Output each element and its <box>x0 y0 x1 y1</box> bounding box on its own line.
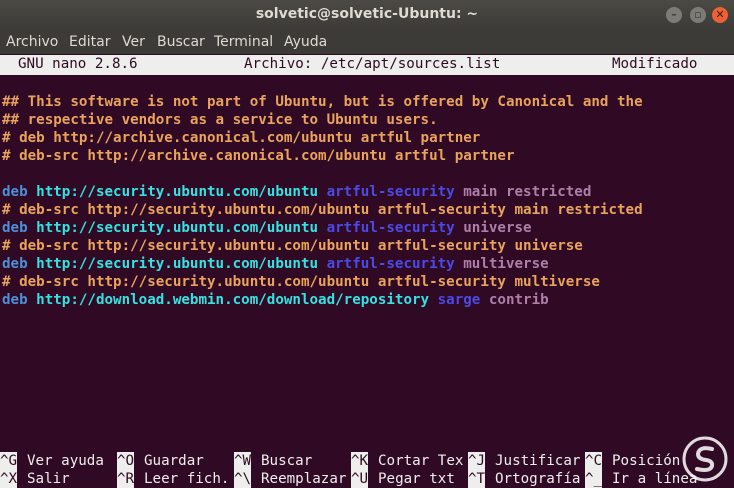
minimize-icon[interactable]: – <box>666 7 682 23</box>
terminal-window: solvetic@solvetic-Ubuntu: ~ – ▫ ✕ Archiv… <box>0 0 734 488</box>
line-segment-comp: contrib <box>488 292 549 308</box>
line-segment-kw: deb <box>2 292 37 308</box>
shortcut-key: ^X <box>0 470 18 488</box>
line-segment-comment: # deb http://archive.canonical.com/ubunt… <box>2 130 481 146</box>
line-segment-comment: # deb-src http://security.ubuntu.com/ubu… <box>2 202 643 218</box>
line-segment-kw: deb <box>2 184 37 200</box>
editor-line: deb http://security.ubuntu.com/ubuntu ar… <box>2 219 532 237</box>
menu-buscar[interactable]: Buscar <box>157 34 205 50</box>
shortcut-label: Pegar txt <box>378 471 455 487</box>
editor-line: ## This software is not part of Ubuntu, … <box>2 93 643 111</box>
shortcut-label: Salir <box>27 471 70 487</box>
line-segment-url: http://security.ubuntu.com/ubuntu <box>36 184 327 200</box>
nano-version: GNU nano 2.8.6 <box>18 56 138 72</box>
shortcut-key: ^C <box>585 452 603 470</box>
editor-line: ## respective vendors as a service to Ub… <box>2 111 438 129</box>
menu-ayuda[interactable]: Ayuda <box>284 34 327 50</box>
line-segment-comment: ## respective vendors as a service to Ub… <box>2 112 438 128</box>
shortcut-label: Leer fich. <box>144 471 230 487</box>
shortcut-label: Justificar <box>495 453 581 469</box>
line-segment-comment: ## This software is not part of Ubuntu, … <box>2 94 643 110</box>
nano-status: Modificado <box>612 56 698 72</box>
nano-filename: Archivo: /etc/apt/sources.list <box>244 56 501 72</box>
shortcut-key: ^G <box>0 452 18 470</box>
line-segment-url: http://download.webmin.com/download/repo… <box>36 292 438 308</box>
shortcut-key: ^O <box>117 452 135 470</box>
nano-header: GNU nano 2.8.6 Archivo: /etc/apt/sources… <box>0 55 734 75</box>
title-bar[interactable]: solvetic@solvetic-Ubuntu: ~ – ▫ ✕ <box>0 0 734 30</box>
shortcut-key: ^J <box>468 452 486 470</box>
line-segment-comp: universe <box>463 220 532 236</box>
line-segment-dist: sarge <box>437 292 489 308</box>
shortcut-key: ^W <box>234 452 252 470</box>
editor-line: # deb-src http://archive.canonical.com/u… <box>2 147 515 165</box>
shortcut-label: Ver ayuda <box>27 453 104 469</box>
editor-line: # deb-src http://security.ubuntu.com/ubu… <box>2 237 583 255</box>
menu-archivo[interactable]: Archivo <box>6 34 58 50</box>
terminal-content[interactable]: GNU nano 2.8.6 Archivo: /etc/apt/sources… <box>0 54 734 488</box>
window-title: solvetic@solvetic-Ubuntu: ~ <box>255 6 479 22</box>
shortcut-key: ^U <box>351 470 369 488</box>
editor-line: # deb-src http://security.ubuntu.com/ubu… <box>2 201 643 219</box>
line-segment-comment: # deb-src http://security.ubuntu.com/ubu… <box>2 238 583 254</box>
editor-line: deb http://security.ubuntu.com/ubuntu ar… <box>2 255 549 273</box>
line-segment-comment: # deb-src http://security.ubuntu.com/ubu… <box>2 274 600 290</box>
line-segment-kw: deb <box>2 256 37 272</box>
shortcut-label: Guardar <box>144 453 204 469</box>
shortcut-row: ^G Ver ayuda ^O Guardar ^W Buscar ^K Cortar Tex… <box>0 452 734 470</box>
line-segment-url: http://security.ubuntu.com/ubuntu <box>36 220 327 236</box>
maximize-icon[interactable]: ▫ <box>690 7 706 23</box>
editor-line: # deb-src http://security.ubuntu.com/ubu… <box>2 273 600 291</box>
line-segment-dist: artful-security <box>326 220 464 236</box>
shortcut-key: ^_ <box>585 470 603 488</box>
close-icon[interactable]: ✕ <box>712 7 728 23</box>
shortcut-key: ^\ <box>234 470 252 488</box>
menu-editar[interactable]: Editar <box>69 34 110 50</box>
shortcut-key: ^K <box>351 452 369 470</box>
line-segment-comment: # deb-src http://archive.canonical.com/u… <box>2 148 515 164</box>
line-segment-comp: multiverse <box>463 256 549 272</box>
line-segment-url: http://security.ubuntu.com/ubuntu <box>36 256 327 272</box>
line-segment-kw: deb <box>2 220 37 236</box>
shortcut-row: ^X Salir ^R Leer fich. ^\ Reemplazar ^U Pegar t… <box>0 470 734 488</box>
editor-line: # deb http://archive.canonical.com/ubunt… <box>2 129 480 147</box>
line-segment-dist: artful-security <box>326 184 464 200</box>
menu-ver[interactable]: Ver <box>122 34 145 50</box>
shortcut-key: ^R <box>117 470 135 488</box>
editor-line: deb http://download.webmin.com/download/… <box>2 291 549 309</box>
line-segment-dist: artful-security <box>326 256 464 272</box>
editor-line: deb http://security.ubuntu.com/ubuntu ar… <box>2 183 591 201</box>
shortcut-key: ^T <box>468 470 486 488</box>
shortcut-label: Posición <box>612 453 681 469</box>
menu-bar: Archivo Editar Ver Buscar Terminal Ayuda <box>0 30 734 54</box>
shortcut-label: Cortar Tex <box>378 453 464 469</box>
shortcut-label: Ortografía <box>495 471 581 487</box>
shortcut-label: Reemplazar <box>261 471 347 487</box>
solvetic-logo-icon <box>682 436 728 482</box>
line-segment-comp: main restricted <box>463 184 592 200</box>
shortcut-label: Buscar <box>261 453 313 469</box>
menu-terminal[interactable]: Terminal <box>214 34 273 50</box>
